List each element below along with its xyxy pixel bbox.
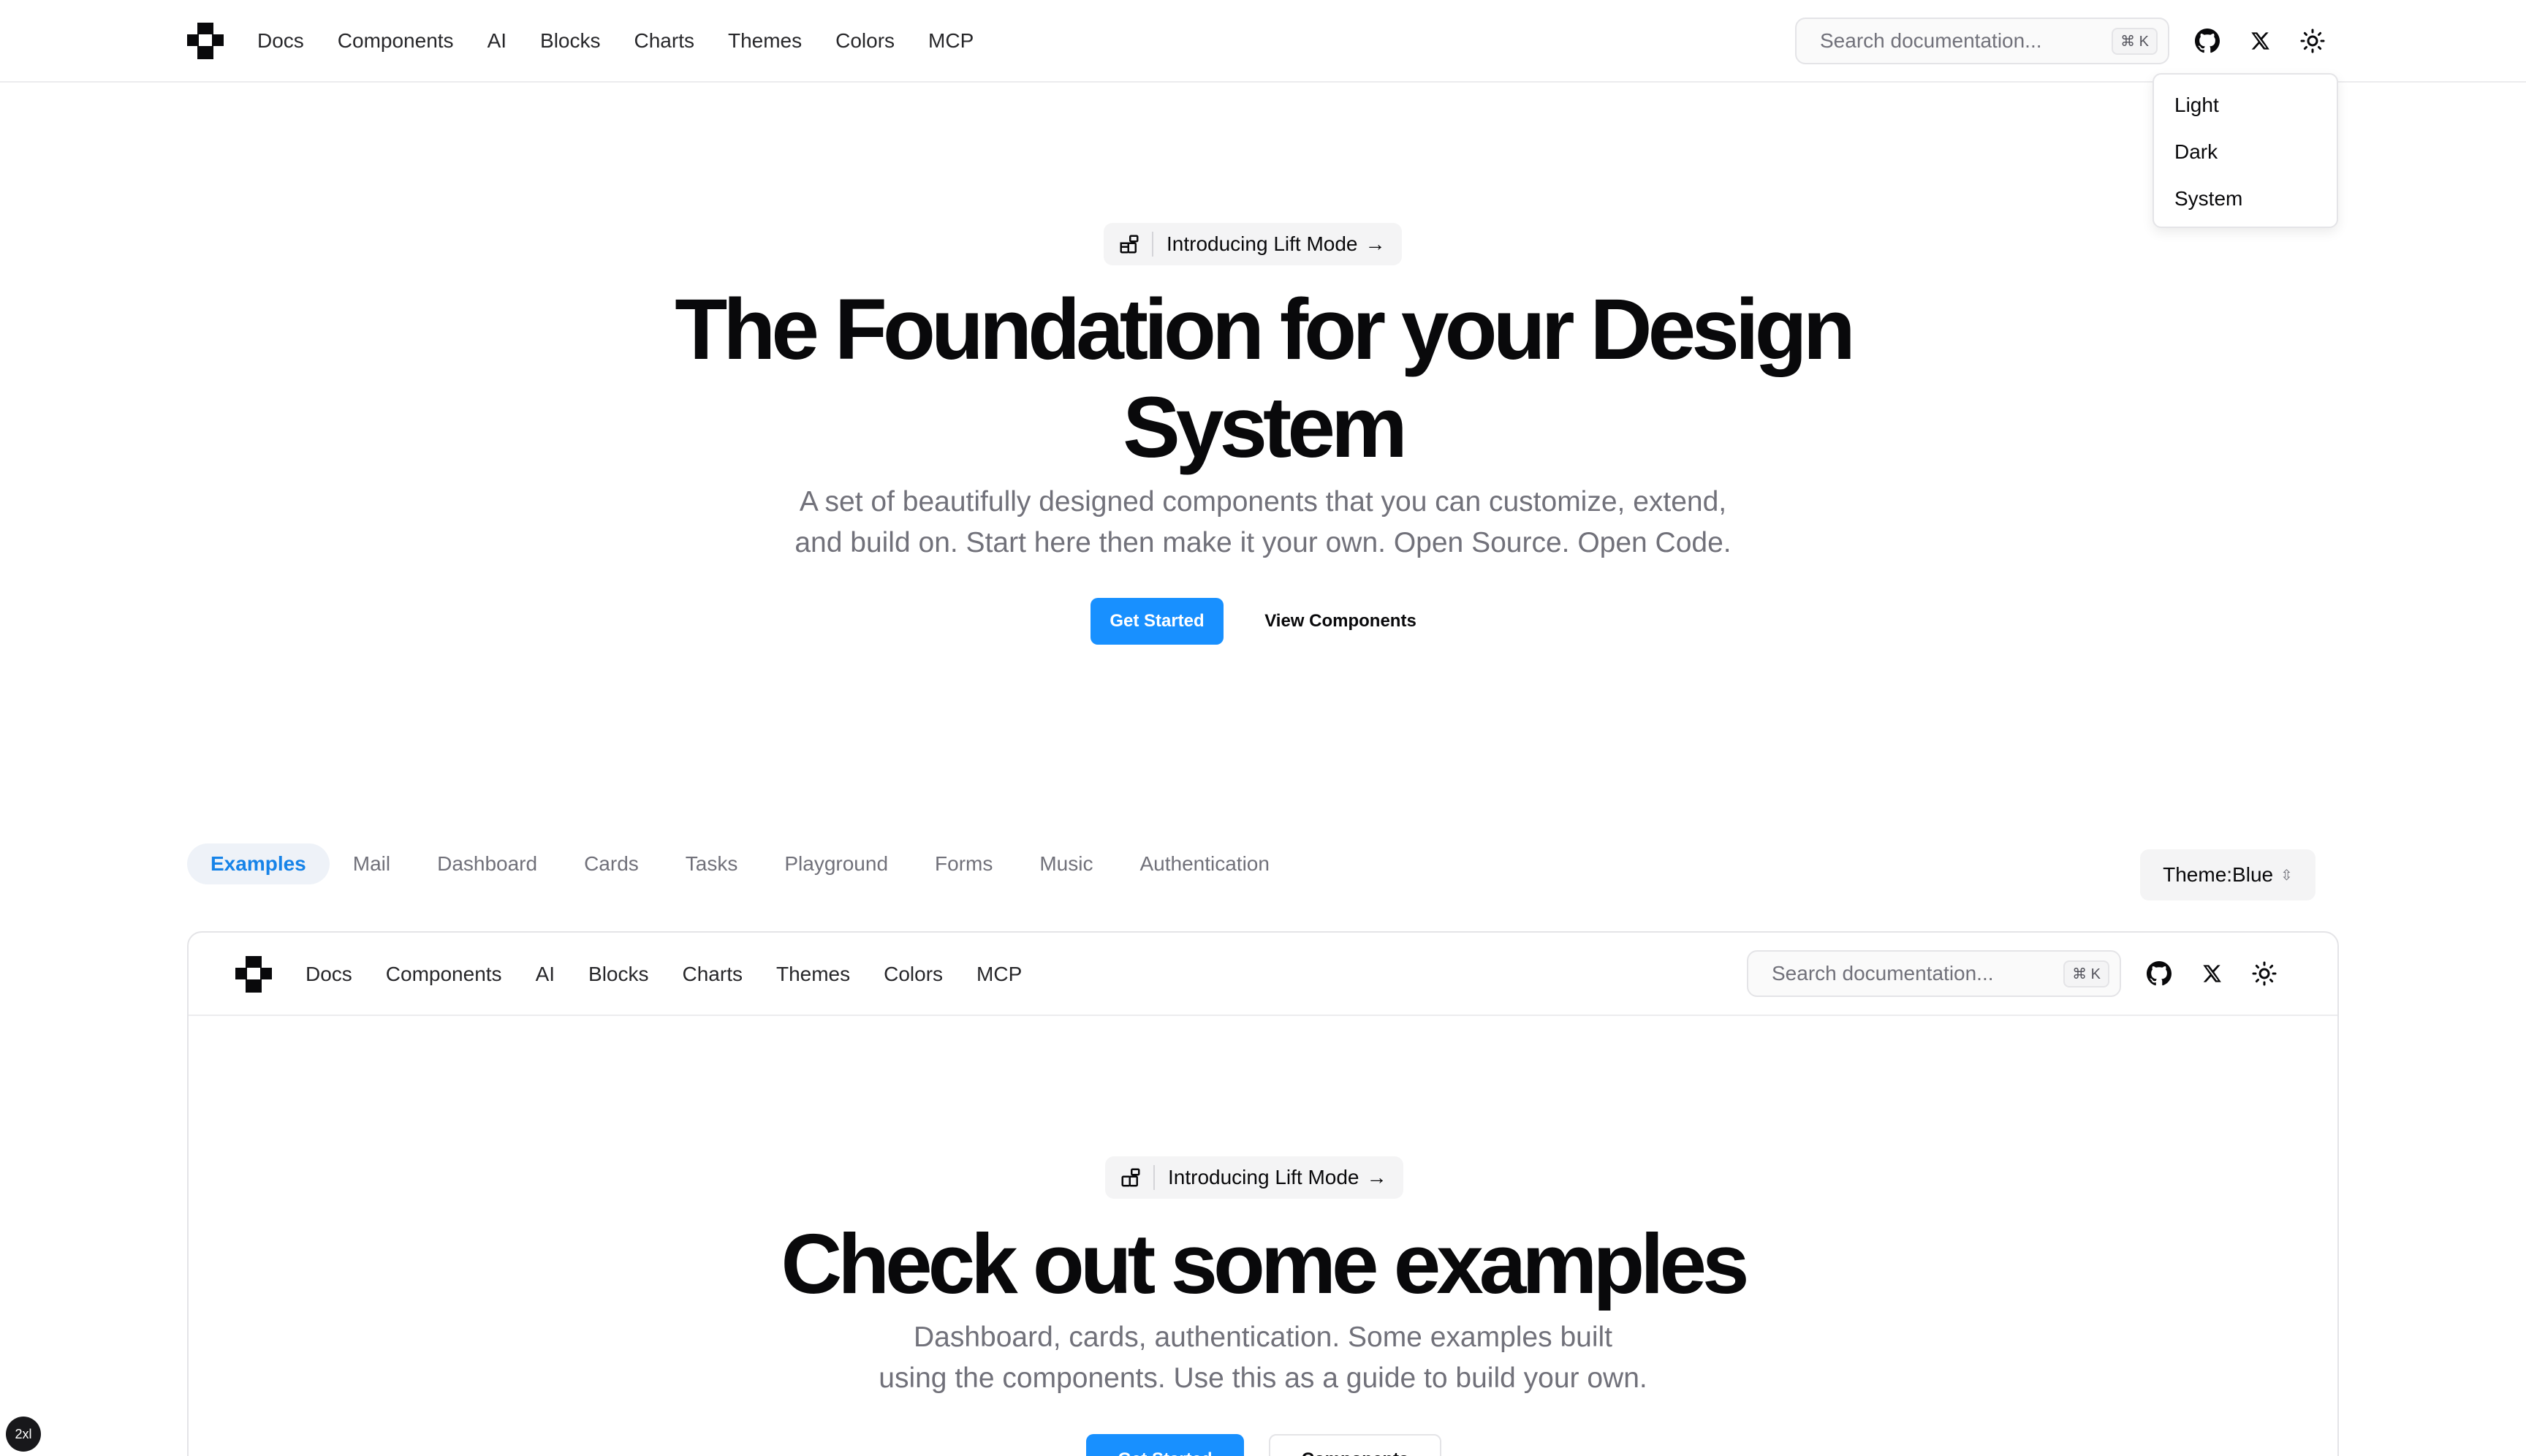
theme-option-light[interactable]: Light	[2160, 82, 2331, 129]
github-icon	[2147, 961, 2172, 986]
tab-mail[interactable]: Mail	[330, 843, 414, 884]
x-button[interactable]	[2239, 20, 2280, 61]
brand-logo[interactable]	[235, 956, 272, 993]
tab-tasks[interactable]: Tasks	[662, 843, 762, 884]
hero-subtext-line2: and build on. Start here then make it yo…	[794, 527, 1732, 558]
arrow-right-icon: →	[1366, 1166, 1387, 1188]
search-input[interactable]: Search documentation... ⌘ K	[1795, 18, 2169, 64]
tab-music[interactable]: Music	[1016, 843, 1116, 884]
breakpoint-indicator: 2xl	[6, 1417, 41, 1452]
sun-icon	[2252, 961, 2277, 986]
theme-option-system[interactable]: System	[2160, 175, 2331, 222]
tab-authentication[interactable]: Authentication	[1116, 843, 1292, 884]
badge-separator	[1152, 232, 1153, 257]
get-started-button[interactable]: Get Started	[1086, 1434, 1244, 1456]
sun-icon	[2300, 29, 2325, 53]
nav-link-ai[interactable]: AI	[488, 29, 507, 53]
github-icon	[2195, 29, 2220, 53]
preview-subtext-line1: Dashboard, cards, authentication. Some e…	[913, 1322, 1613, 1353]
examples-tabs: Examples Mail Dashboard Cards Tasks Play…	[187, 843, 1293, 884]
x-icon	[2251, 32, 2269, 50]
tab-playground[interactable]: Playground	[761, 843, 911, 884]
nav-link-blocks[interactable]: Blocks	[588, 963, 648, 986]
preview-main-nav: Docs Components AI Blocks Charts Themes …	[306, 960, 1022, 989]
preview-headline: Check out some examples	[781, 1216, 1749, 1311]
get-started-button[interactable]: Get Started	[1091, 598, 1224, 645]
search-placeholder: Search documentation...	[1820, 29, 2042, 52]
hero-headline-line1: The Foundation for your Design	[675, 281, 1856, 378]
x-icon	[2203, 965, 2221, 982]
nav-link-themes[interactable]: Themes	[776, 963, 850, 986]
brand-logo[interactable]	[187, 23, 224, 59]
nav-link-charts[interactable]: Charts	[634, 29, 694, 53]
badge-separator	[1153, 1165, 1155, 1190]
theme-option-dark[interactable]: Dark	[2160, 129, 2331, 175]
hero-headline-line2: System	[1123, 379, 1408, 476]
components-button[interactable]: Components	[1269, 1434, 1441, 1456]
nav-link-mcp[interactable]: MCP	[928, 29, 974, 53]
view-components-button[interactable]: View Components	[1247, 598, 1434, 645]
main-nav: Docs Components AI Blocks Charts Themes …	[257, 26, 974, 56]
nav-link-themes[interactable]: Themes	[728, 29, 802, 53]
badge-label: Introducing Lift Mode	[1167, 232, 1358, 255]
nav-link-blocks[interactable]: Blocks	[540, 29, 600, 53]
nav-link-components[interactable]: Components	[386, 963, 502, 986]
example-preview: Docs Components AI Blocks Charts Themes …	[187, 931, 2339, 1456]
theme-select-label: Theme:Blue	[2163, 863, 2274, 886]
theme-menu: Light Dark System	[2153, 73, 2338, 228]
nav-link-docs[interactable]: Docs	[257, 29, 304, 53]
nav-link-colors[interactable]: Colors	[835, 29, 895, 53]
chevrons-up-down-icon: ⇳	[2280, 867, 2293, 884]
nav-link-mcp[interactable]: MCP	[976, 963, 1022, 986]
theme-select[interactable]: Theme:Blue ⇳	[2140, 849, 2316, 900]
github-button[interactable]	[2187, 20, 2228, 61]
top-navbar: Docs Components AI Blocks Charts Themes …	[0, 0, 2526, 83]
theme-toggle-button[interactable]	[2244, 953, 2285, 994]
blocks-icon	[1121, 1168, 1140, 1187]
announcement-badge[interactable]: Introducing Lift Mode →	[1104, 223, 1402, 265]
nav-link-charts[interactable]: Charts	[683, 963, 743, 986]
search-shortcut: ⌘ K	[2112, 27, 2158, 55]
search-input[interactable]: Search documentation... ⌘ K	[1747, 950, 2121, 997]
blocks-icon	[1120, 235, 1139, 254]
nav-link-docs[interactable]: Docs	[306, 963, 352, 986]
tab-cards[interactable]: Cards	[561, 843, 662, 884]
theme-toggle-button[interactable]	[2292, 20, 2333, 61]
preview-subtext-line2: using the components. Use this as a guid…	[879, 1362, 1647, 1394]
tab-dashboard[interactable]: Dashboard	[414, 843, 561, 884]
x-button[interactable]	[2191, 953, 2232, 994]
nav-link-ai[interactable]: AI	[536, 963, 555, 986]
nav-link-components[interactable]: Components	[338, 29, 454, 53]
hero-subtext-line1: A set of beautifully designed components…	[799, 486, 1727, 517]
github-button[interactable]	[2139, 953, 2180, 994]
preview-navbar: Docs Components AI Blocks Charts Themes …	[189, 933, 2337, 1016]
badge-label: Introducing Lift Mode	[1168, 1166, 1359, 1188]
tab-examples[interactable]: Examples	[187, 843, 330, 884]
arrow-right-icon: →	[1365, 232, 1386, 255]
search-placeholder: Search documentation...	[1772, 962, 1994, 985]
announcement-badge[interactable]: Introducing Lift Mode →	[1105, 1156, 1403, 1199]
tab-forms[interactable]: Forms	[911, 843, 1016, 884]
nav-link-colors[interactable]: Colors	[884, 963, 943, 986]
search-shortcut: ⌘ K	[2063, 960, 2109, 987]
